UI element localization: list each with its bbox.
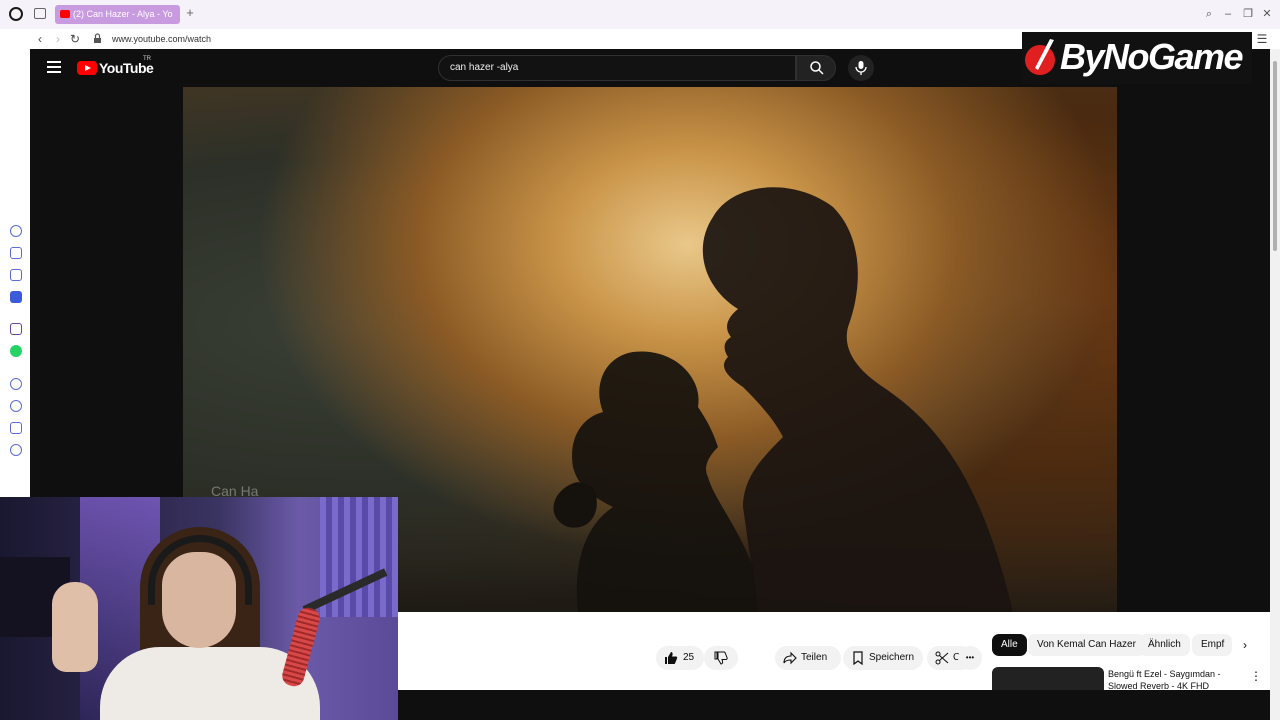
twitch-icon[interactable] xyxy=(10,323,22,335)
opera-sidebar xyxy=(0,49,30,497)
minimize-button[interactable]: – xyxy=(1222,8,1234,20)
player-icon[interactable] xyxy=(10,378,22,390)
streamer-hand xyxy=(52,582,98,672)
scissors-icon xyxy=(935,651,949,665)
like-button[interactable]: 25 xyxy=(656,646,704,670)
country-code: TR xyxy=(143,56,151,62)
pinboard-icon[interactable] xyxy=(10,269,22,281)
active-tab[interactable]: (2) Can Hazer - Alya - Yo xyxy=(55,5,180,24)
bynogame-logo-icon xyxy=(1025,39,1055,75)
share-icon xyxy=(783,651,797,665)
bottom-dark-bar xyxy=(398,690,1280,720)
aria-icon[interactable] xyxy=(10,225,22,237)
forward-button[interactable]: › xyxy=(51,31,65,47)
share-label: Teilen xyxy=(801,652,828,663)
tab-title: (2) Can Hazer - Alya - Yo xyxy=(73,9,173,19)
chip-aehnlich[interactable]: Ähnlich xyxy=(1139,634,1190,656)
back-button[interactable]: ‹ xyxy=(33,31,47,47)
url-field[interactable]: www.youtube.com/watch xyxy=(112,32,211,46)
youtube-play-icon xyxy=(77,61,97,75)
youtube-wordmark: YouTube xyxy=(99,60,154,76)
search-input[interactable]: can hazer -alya xyxy=(438,55,796,81)
save-label: Speichern xyxy=(869,652,915,663)
search-tabs-icon[interactable]: ⌕ xyxy=(1203,8,1215,20)
watermark-text: ByNoGame xyxy=(1060,36,1244,77)
share-button[interactable]: Teilen xyxy=(775,646,841,670)
whatsapp-icon[interactable] xyxy=(10,345,22,357)
close-window-button[interactable]: ✕ xyxy=(1261,8,1273,20)
history-icon[interactable] xyxy=(10,400,22,412)
microphone xyxy=(280,605,322,689)
workspaces-icon[interactable] xyxy=(10,247,22,259)
bookmark-icon xyxy=(853,651,863,665)
new-tab-button[interactable]: + xyxy=(184,6,196,19)
thumbs-up-icon xyxy=(665,652,678,664)
recommendation-title[interactable]: Bengü ft Ezel - Saygımdan - Slowed Rever… xyxy=(1108,668,1228,692)
chip-von-kemal-can-hazer[interactable]: Von Kemal Can Hazer xyxy=(1028,634,1145,656)
webcam-overlay xyxy=(0,497,398,720)
microphone-icon xyxy=(855,61,867,75)
settings-icon[interactable] xyxy=(10,444,22,456)
extensions-icon[interactable] xyxy=(10,422,22,434)
restore-button[interactable]: ❐ xyxy=(1242,8,1254,20)
scrollbar-thumb[interactable] xyxy=(1273,61,1277,251)
tab-group-icon[interactable] xyxy=(34,8,46,19)
search-button[interactable] xyxy=(796,55,836,81)
chip-empfohlen[interactable]: Empf xyxy=(1192,634,1232,656)
like-count: 25 xyxy=(683,652,695,663)
youtube-favicon-icon xyxy=(60,10,70,18)
chip-all[interactable]: Alle xyxy=(992,634,1027,656)
save-button[interactable]: Speichern xyxy=(843,646,923,670)
bynogame-watermark: ByNoGame xyxy=(1022,32,1252,84)
recommendation-menu-icon[interactable]: ⋮ xyxy=(1250,670,1262,684)
easy-setup-icon[interactable]: ☰ xyxy=(1255,31,1269,47)
notes-icon[interactable] xyxy=(10,291,22,303)
woman-silhouette xyxy=(572,351,758,612)
lock-icon xyxy=(94,33,101,43)
opera-logo-icon[interactable] xyxy=(9,7,23,21)
chevron-right-icon[interactable]: › xyxy=(1236,636,1254,654)
voice-search-button[interactable] xyxy=(848,55,874,81)
hamburger-menu-icon[interactable] xyxy=(47,61,61,73)
more-actions-button[interactable]: ••• xyxy=(958,646,982,670)
thumbs-down-icon xyxy=(714,651,728,665)
reload-button[interactable]: ↻ xyxy=(68,31,82,47)
search-icon xyxy=(810,61,824,75)
browser-tab-bar: (2) Can Hazer - Alya - Yo + ⌕ – ❐ ✕ xyxy=(0,0,1280,29)
page-scrollbar[interactable] xyxy=(1270,49,1280,720)
dislike-button[interactable] xyxy=(704,646,738,670)
man-silhouette xyxy=(702,187,1013,612)
woman-hair-bun xyxy=(553,482,597,528)
